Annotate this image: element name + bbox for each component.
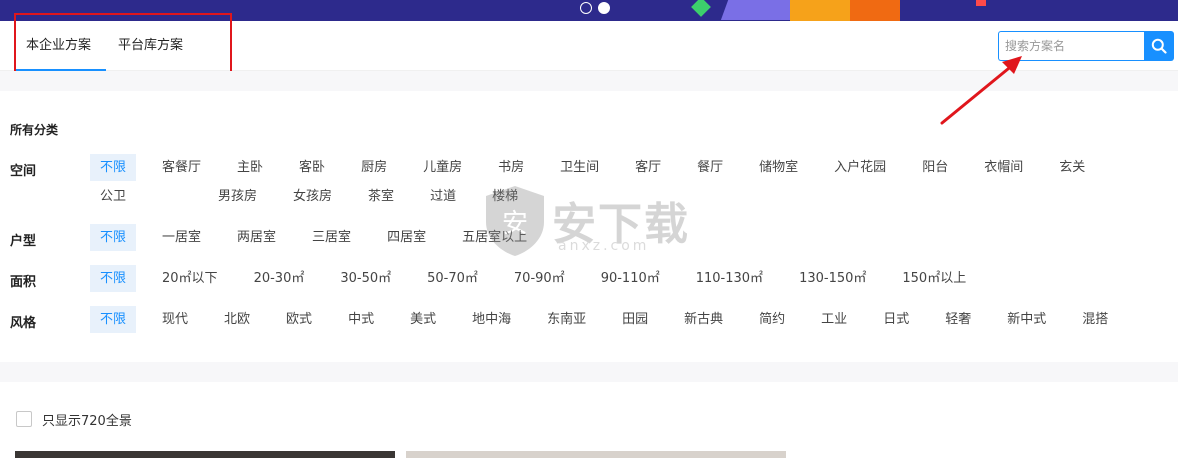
- filter-option[interactable]: 简约: [749, 306, 795, 333]
- carousel-dot-1[interactable]: [580, 2, 592, 14]
- scheme-thumbnail[interactable]: [406, 451, 786, 458]
- filter-option[interactable]: 玄关: [1049, 154, 1095, 181]
- banner-gift-decoration: [790, 0, 850, 21]
- filter-option[interactable]: 90-110㎡: [591, 265, 670, 292]
- filter-option[interactable]: 一居室: [152, 224, 211, 251]
- filter-options: 不限 20㎡以下 20-30㎡ 30-50㎡ 50-70㎡ 70-90㎡ 90-…: [90, 265, 1160, 292]
- filter-option[interactable]: 日式: [873, 306, 919, 333]
- search-button[interactable]: [1144, 31, 1174, 61]
- filter-option[interactable]: 30-50㎡: [330, 265, 401, 292]
- filter-option[interactable]: 储物室: [749, 154, 808, 181]
- filter-option[interactable]: 客餐厅: [152, 154, 211, 181]
- banner-gift-decoration: [850, 0, 900, 21]
- panorama-only-toggle[interactable]: 只显示720全景: [16, 410, 132, 429]
- banner-decoration: [691, 0, 711, 17]
- filter-option[interactable]: 20㎡以下: [152, 265, 228, 292]
- filter-options: 不限 现代 北欧 欧式 中式 美式 地中海 东南亚 田园 新古典 简约 工业 日…: [90, 306, 1160, 333]
- panorama-checkbox-label: 只显示720全景: [42, 413, 132, 429]
- all-categories-label: 所有分类: [10, 123, 59, 137]
- panorama-checkbox[interactable]: [16, 411, 32, 427]
- filter-option[interactable]: 四居室: [377, 224, 436, 251]
- filter-option[interactable]: 茶室: [358, 183, 404, 210]
- filter-option[interactable]: 50-70㎡: [417, 265, 488, 292]
- scheme-search: [998, 31, 1174, 61]
- section-separator: [0, 71, 1178, 91]
- filter-option[interactable]: 主卧: [227, 154, 273, 181]
- filter-option[interactable]: 五居室以上: [452, 224, 537, 251]
- filter-option[interactable]: 20-30㎡: [244, 265, 315, 292]
- filter-option[interactable]: 150㎡以上: [892, 265, 976, 292]
- filter-option[interactable]: 衣帽间: [974, 154, 1033, 181]
- tab-enterprise-schemes[interactable]: 本企业方案: [14, 21, 106, 71]
- filter-option[interactable]: 现代: [152, 306, 198, 333]
- filter-label: 风格: [10, 316, 37, 331]
- filter-option[interactable]: 女孩房: [283, 183, 342, 210]
- filter-option[interactable]: 儿童房: [413, 154, 472, 181]
- filter-option[interactable]: 入户花园: [824, 154, 896, 181]
- filter-option[interactable]: 两居室: [227, 224, 286, 251]
- filter-option[interactable]: 轻奢: [935, 306, 981, 333]
- filter-label: 空间: [10, 164, 37, 179]
- filter-option[interactable]: 三居室: [302, 224, 361, 251]
- filter-option[interactable]: 新中式: [997, 306, 1056, 333]
- tab-platform-schemes[interactable]: 平台库方案: [106, 21, 198, 71]
- filter-option[interactable]: 餐厅: [687, 154, 733, 181]
- filter-label: 面积: [10, 275, 37, 290]
- filter-option[interactable]: 田园: [612, 306, 658, 333]
- filter-option[interactable]: 70-90㎡: [504, 265, 575, 292]
- filter-option[interactable]: 130-150㎡: [789, 265, 876, 292]
- filter-option[interactable]: 110-130㎡: [686, 265, 773, 292]
- filter-option[interactable]: 混搭: [1072, 306, 1118, 333]
- filter-option[interactable]: 厨房: [351, 154, 397, 181]
- filter-label: 户型: [10, 234, 37, 249]
- filter-option[interactable]: 不限: [90, 224, 137, 251]
- promo-banner: [0, 0, 1178, 21]
- scheme-thumbnail[interactable]: [15, 451, 395, 458]
- filter-option[interactable]: 北欧: [214, 306, 260, 333]
- filter-panel: 所有分类 空间 不限 客餐厅 主卧 客卧 厨房 儿童房 书房 卫生间 客厅 餐厅…: [0, 91, 1178, 362]
- filter-option[interactable]: 客厅: [625, 154, 671, 181]
- filter-options: 不限 一居室 两居室 三居室 四居室 五居室以上: [90, 224, 1160, 251]
- filter-option[interactable]: 不限: [90, 306, 137, 333]
- filter-option[interactable]: 欧式: [276, 306, 322, 333]
- filter-option[interactable]: 中式: [338, 306, 384, 333]
- filter-option[interactable]: 工业: [811, 306, 857, 333]
- search-icon: [1151, 38, 1167, 54]
- filter-options: 不限 客餐厅 主卧 客卧 厨房 儿童房 书房 卫生间 客厅 餐厅 储物室 入户花…: [90, 154, 1160, 210]
- filter-option[interactable]: 东南亚: [537, 306, 596, 333]
- search-input[interactable]: [998, 31, 1145, 61]
- filter-option[interactable]: 公卫: [90, 183, 136, 210]
- filter-option[interactable]: 美式: [400, 306, 446, 333]
- carousel-dot-2[interactable]: [598, 2, 610, 14]
- banner-decoration: [976, 0, 986, 6]
- filter-option[interactable]: 不限: [90, 265, 137, 292]
- filter-option[interactable]: 卫生间: [550, 154, 609, 181]
- filter-option[interactable]: 不限: [90, 154, 137, 181]
- filter-option[interactable]: 阳台: [912, 154, 958, 181]
- filter-option[interactable]: 过道: [420, 183, 466, 210]
- filter-option[interactable]: 男孩房: [208, 183, 267, 210]
- filter-option[interactable]: 客卧: [289, 154, 335, 181]
- filter-option[interactable]: 书房: [488, 154, 534, 181]
- filter-option[interactable]: 楼梯: [482, 183, 528, 210]
- filter-option[interactable]: 地中海: [462, 306, 521, 333]
- section-separator: [0, 362, 1178, 382]
- filter-option[interactable]: 新古典: [674, 306, 733, 333]
